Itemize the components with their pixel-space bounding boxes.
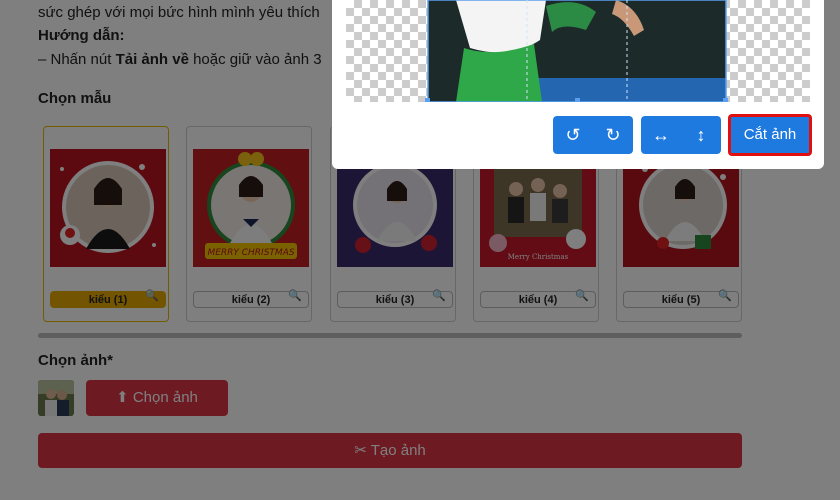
flip-button-group: ↔ ↕ (641, 116, 721, 154)
crop-modal: ↺ ↻ ↔ ↕ Cắt ảnh (332, 0, 824, 169)
rotate-left-icon[interactable]: ↺ (553, 116, 593, 154)
crop-button[interactable]: Cắt ảnh (728, 114, 812, 156)
flip-horizontal-icon[interactable]: ↔ (641, 116, 681, 154)
crop-canvas[interactable] (346, 0, 810, 102)
flip-vertical-icon[interactable]: ↕ (681, 116, 721, 154)
rotate-right-icon[interactable]: ↻ (593, 116, 633, 154)
rotate-button-group: ↺ ↻ (553, 116, 633, 154)
